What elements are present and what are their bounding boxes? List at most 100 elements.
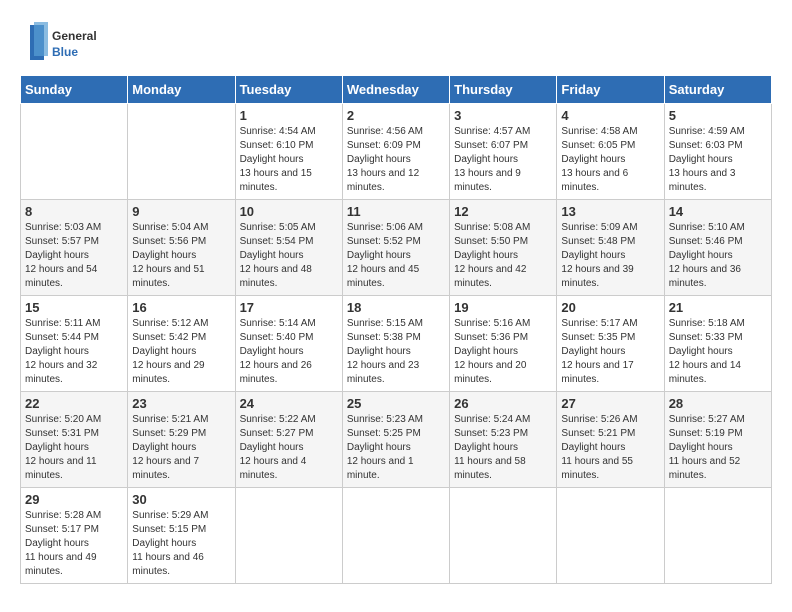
day-number: 22 — [25, 396, 123, 411]
day-number: 1 — [240, 108, 338, 123]
calendar-cell — [235, 488, 342, 584]
day-number: 5 — [669, 108, 767, 123]
day-info: Sunrise: 5:24 AMSunset: 5:23 PMDaylight … — [454, 414, 530, 481]
calendar-cell: 16 Sunrise: 5:12 AMSunset: 5:42 PMDayligh… — [128, 296, 235, 392]
weekday-header: Wednesday — [342, 76, 449, 104]
calendar-cell: 4 Sunrise: 4:58 AMSunset: 6:05 PMDaylight… — [557, 104, 664, 200]
calendar-table: SundayMondayTuesdayWednesdayThursdayFrid… — [20, 75, 772, 584]
calendar-cell — [557, 488, 664, 584]
day-info: Sunrise: 5:11 AMSunset: 5:44 PMDaylight … — [25, 318, 100, 385]
day-info: Sunrise: 5:26 AMSunset: 5:21 PMDaylight … — [561, 414, 637, 481]
day-number: 13 — [561, 204, 659, 219]
weekday-header: Tuesday — [235, 76, 342, 104]
calendar-cell: 11Sunrise: 5:06 AMSunset: 5:52 PMDayligh… — [342, 200, 449, 296]
calendar-cell: 5 Sunrise: 4:59 AMSunset: 6:03 PMDaylight… — [664, 104, 771, 200]
day-info: Sunrise: 5:27 AMSunset: 5:19 PMDaylight … — [669, 414, 745, 481]
day-info: Sunrise: 5:14 AMSunset: 5:40 PMDaylight … — [240, 318, 316, 385]
day-number: 15 — [25, 300, 123, 315]
day-info: Sunrise: 5:23 AMSunset: 5:25 PMDaylight … — [347, 414, 423, 481]
calendar-cell: 22 Sunrise: 5:20 AMSunset: 5:31 PMDayligh… — [21, 392, 128, 488]
calendar-week-row: 15 Sunrise: 5:11 AMSunset: 5:44 PMDayligh… — [21, 296, 772, 392]
day-info: Sunrise: 5:08 AMSunset: 5:50 PMDaylight … — [454, 222, 530, 289]
day-number: 19 — [454, 300, 552, 315]
day-number: 25 — [347, 396, 445, 411]
day-info: Sunrise: 5:04 AMSunset: 5:56 PMDaylight … — [132, 222, 208, 289]
day-info: Sunrise: 5:18 AMSunset: 5:33 PMDaylight … — [669, 318, 745, 385]
calendar-week-row: 29 Sunrise: 5:28 AMSunset: 5:17 PMDayligh… — [21, 488, 772, 584]
day-info: Sunrise: 5:17 AMSunset: 5:35 PMDaylight … — [561, 318, 637, 385]
calendar-cell: 12Sunrise: 5:08 AMSunset: 5:50 PMDayligh… — [450, 200, 557, 296]
calendar-week-row: 1 Sunrise: 4:54 AMSunset: 6:10 PMDaylight… — [21, 104, 772, 200]
calendar-cell: 29 Sunrise: 5:28 AMSunset: 5:17 PMDayligh… — [21, 488, 128, 584]
calendar-cell: 28 Sunrise: 5:27 AMSunset: 5:19 PMDayligh… — [664, 392, 771, 488]
day-number: 27 — [561, 396, 659, 411]
weekday-header: Thursday — [450, 76, 557, 104]
day-number: 9 — [132, 204, 230, 219]
calendar-cell — [128, 104, 235, 200]
weekday-header: Saturday — [664, 76, 771, 104]
calendar-cell: 26 Sunrise: 5:24 AMSunset: 5:23 PMDayligh… — [450, 392, 557, 488]
day-number: 30 — [132, 492, 230, 507]
day-number: 28 — [669, 396, 767, 411]
day-number: 18 — [347, 300, 445, 315]
day-info: Sunrise: 4:58 AMSunset: 6:05 PMDaylight … — [561, 126, 637, 193]
day-number: 24 — [240, 396, 338, 411]
day-number: 23 — [132, 396, 230, 411]
calendar-cell: 24 Sunrise: 5:22 AMSunset: 5:27 PMDayligh… — [235, 392, 342, 488]
day-number: 2 — [347, 108, 445, 123]
day-info: Sunrise: 4:54 AMSunset: 6:10 PMDaylight … — [240, 126, 316, 193]
day-number: 16 — [132, 300, 230, 315]
calendar-cell: 19 Sunrise: 5:16 AMSunset: 5:36 PMDayligh… — [450, 296, 557, 392]
day-info: Sunrise: 5:16 AMSunset: 5:36 PMDaylight … — [454, 318, 530, 385]
calendar-cell: 14 Sunrise: 5:10 AMSunset: 5:46 PMDayligh… — [664, 200, 771, 296]
calendar-cell: 10 Sunrise: 5:05 AMSunset: 5:54 PMDayligh… — [235, 200, 342, 296]
day-info: Sunrise: 5:22 AMSunset: 5:27 PMDaylight … — [240, 414, 316, 481]
weekday-header: Monday — [128, 76, 235, 104]
day-number: 3 — [454, 108, 552, 123]
calendar-cell: 18Sunrise: 5:15 AMSunset: 5:38 PMDayligh… — [342, 296, 449, 392]
day-number: 26 — [454, 396, 552, 411]
calendar-cell: 9 Sunrise: 5:04 AMSunset: 5:56 PMDaylight… — [128, 200, 235, 296]
calendar-cell — [664, 488, 771, 584]
calendar-cell: 3 Sunrise: 4:57 AMSunset: 6:07 PMDaylight… — [450, 104, 557, 200]
weekday-header: Friday — [557, 76, 664, 104]
day-number: 11 — [347, 204, 445, 219]
day-number: 8 — [25, 204, 123, 219]
calendar-week-row: 8 Sunrise: 5:03 AMSunset: 5:57 PMDaylight… — [21, 200, 772, 296]
day-number: 21 — [669, 300, 767, 315]
calendar-cell: 27 Sunrise: 5:26 AMSunset: 5:21 PMDayligh… — [557, 392, 664, 488]
calendar-cell: 17 Sunrise: 5:14 AMSunset: 5:40 PMDayligh… — [235, 296, 342, 392]
calendar-cell: 23 Sunrise: 5:21 AMSunset: 5:29 PMDayligh… — [128, 392, 235, 488]
calendar-cell — [450, 488, 557, 584]
day-info: Sunrise: 4:57 AMSunset: 6:07 PMDaylight … — [454, 126, 530, 193]
day-info: Sunrise: 5:28 AMSunset: 5:17 PMDaylight … — [25, 510, 101, 577]
page-header: General Blue — [20, 20, 772, 65]
calendar-cell: 21 Sunrise: 5:18 AMSunset: 5:33 PMDayligh… — [664, 296, 771, 392]
day-info: Sunrise: 5:29 AMSunset: 5:15 PMDaylight … — [132, 510, 208, 577]
calendar-cell: 25 Sunrise: 5:23 AMSunset: 5:25 PMDayligh… — [342, 392, 449, 488]
calendar-cell: 20 Sunrise: 5:17 AMSunset: 5:35 PMDayligh… — [557, 296, 664, 392]
day-number: 14 — [669, 204, 767, 219]
day-info: Sunrise: 5:20 AMSunset: 5:31 PMDaylight … — [25, 414, 101, 481]
calendar-cell: 1 Sunrise: 4:54 AMSunset: 6:10 PMDaylight… — [235, 104, 342, 200]
day-info: Sunrise: 5:10 AMSunset: 5:46 PMDaylight … — [669, 222, 745, 289]
day-info: Sunrise: 4:56 AMSunset: 6:09 PMDaylight … — [347, 126, 423, 193]
day-number: 29 — [25, 492, 123, 507]
calendar-week-row: 22 Sunrise: 5:20 AMSunset: 5:31 PMDayligh… — [21, 392, 772, 488]
day-info: Sunrise: 5:03 AMSunset: 5:57 PMDaylight … — [25, 222, 101, 289]
day-info: Sunrise: 4:59 AMSunset: 6:03 PMDaylight … — [669, 126, 745, 193]
day-info: Sunrise: 5:09 AMSunset: 5:48 PMDaylight … — [561, 222, 637, 289]
logo: General Blue — [20, 20, 100, 65]
day-number: 20 — [561, 300, 659, 315]
weekday-header: Sunday — [21, 76, 128, 104]
day-number: 17 — [240, 300, 338, 315]
logo-svg: General Blue — [20, 20, 100, 65]
day-number: 10 — [240, 204, 338, 219]
day-info: Sunrise: 5:21 AMSunset: 5:29 PMDaylight … — [132, 414, 208, 481]
calendar-cell: 15 Sunrise: 5:11 AMSunset: 5:44 PMDayligh… — [21, 296, 128, 392]
day-number: 4 — [561, 108, 659, 123]
day-info: Sunrise: 5:12 AMSunset: 5:42 PMDaylight … — [132, 318, 208, 385]
day-info: Sunrise: 5:05 AMSunset: 5:54 PMDaylight … — [240, 222, 316, 289]
calendar-cell — [21, 104, 128, 200]
svg-text:Blue: Blue — [52, 45, 78, 59]
